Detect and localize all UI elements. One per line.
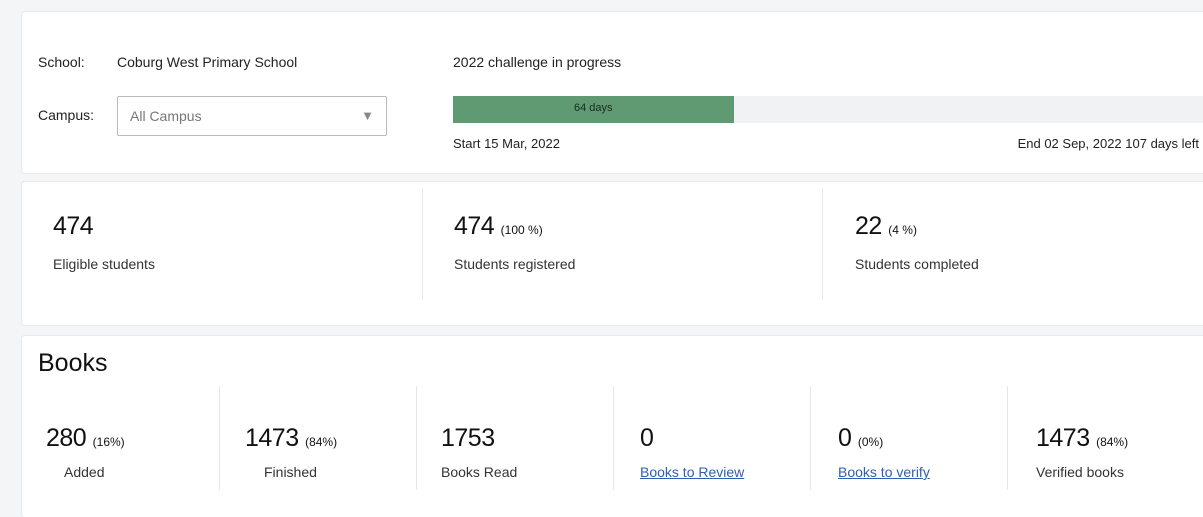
books-title: Books — [38, 349, 108, 377]
books-card: Books 280 (16%) Added 1473 (84%) Finishe… — [22, 336, 1203, 517]
books-caption: Verified books — [1036, 464, 1124, 480]
challenge-end-date: End 02 Sep, 2022 107 days left — [1017, 136, 1199, 151]
books-percent: (0%) — [857, 435, 884, 449]
books-value: 1473 (84%) — [1036, 424, 1128, 453]
stat-value: 474 — [53, 212, 94, 241]
books-value: 0 — [640, 424, 654, 453]
books-to-review-link[interactable]: Books to Review — [640, 464, 744, 480]
challenge-progress-label: 64 days — [573, 102, 613, 114]
school-label: School: — [38, 54, 85, 70]
books-to-review: 0 Books to Review — [613, 386, 810, 516]
stat-percent: (100 %) — [500, 223, 543, 237]
books-read: 1753 Books Read — [416, 386, 613, 516]
books-number: 1753 — [441, 424, 495, 452]
challenge-start-date: Start 15 Mar, 2022 — [453, 136, 560, 151]
books-caption: Added — [64, 464, 105, 480]
campus-select[interactable]: All Campus ▼ — [117, 96, 387, 136]
stat-caption: Eligible students — [53, 256, 155, 272]
campus-label: Campus: — [38, 107, 95, 123]
stat-caption: Students registered — [454, 256, 576, 272]
stat-number: 474 — [53, 212, 94, 240]
books-value: 1753 — [441, 424, 495, 453]
stat-value: 474 (100 %) — [454, 212, 543, 241]
stat-students-registered: 474 (100 %) Students registered — [422, 182, 822, 325]
books-value: 1473 (84%) — [245, 424, 337, 453]
books-to-verify-link[interactable]: Books to verify — [838, 464, 930, 480]
books-percent: (84%) — [305, 435, 338, 449]
stat-students-completed: 22 (4 %) Students completed — [822, 182, 1203, 325]
challenge-progress-fill: 64 days — [453, 96, 734, 123]
books-added: 280 (16%) Added — [22, 386, 219, 516]
stat-percent: (4 %) — [888, 223, 917, 237]
books-to-verify: 0 (0%) Books to verify — [810, 386, 1007, 516]
chevron-down-icon: ▼ — [361, 108, 374, 123]
stat-number: 474 — [454, 212, 495, 240]
challenge-status: 2022 challenge in progress — [453, 54, 622, 70]
books-number: 1473 — [1036, 424, 1090, 452]
books-number: 280 — [46, 424, 87, 452]
challenge-card: School: Coburg West Primary School Campu… — [22, 12, 1203, 173]
books-value: 280 (16%) — [46, 424, 125, 453]
school-name: Coburg West Primary School — [117, 54, 298, 70]
books-caption: Books Read — [441, 464, 518, 480]
books-verified: 1473 (84%) Verified books — [1007, 386, 1203, 516]
student-stats-card: 474 Eligible students 474 (100 %) Studen… — [22, 182, 1203, 325]
books-percent: (16%) — [92, 435, 125, 449]
stat-value: 22 (4 %) — [855, 212, 917, 241]
stat-caption: Students completed — [855, 256, 979, 272]
campus-select-value: All Campus — [130, 108, 202, 124]
books-number: 1473 — [245, 424, 299, 452]
stat-eligible-students: 474 Eligible students — [22, 182, 422, 325]
books-value: 0 (0%) — [838, 424, 883, 453]
books-finished: 1473 (84%) Finished — [219, 386, 416, 516]
books-percent: (84%) — [1096, 435, 1129, 449]
challenge-progress-bar: 64 days — [453, 96, 1203, 123]
books-number: 0 — [838, 424, 852, 452]
books-caption: Finished — [264, 464, 317, 480]
stat-number: 22 — [855, 212, 882, 240]
books-number: 0 — [640, 424, 654, 452]
